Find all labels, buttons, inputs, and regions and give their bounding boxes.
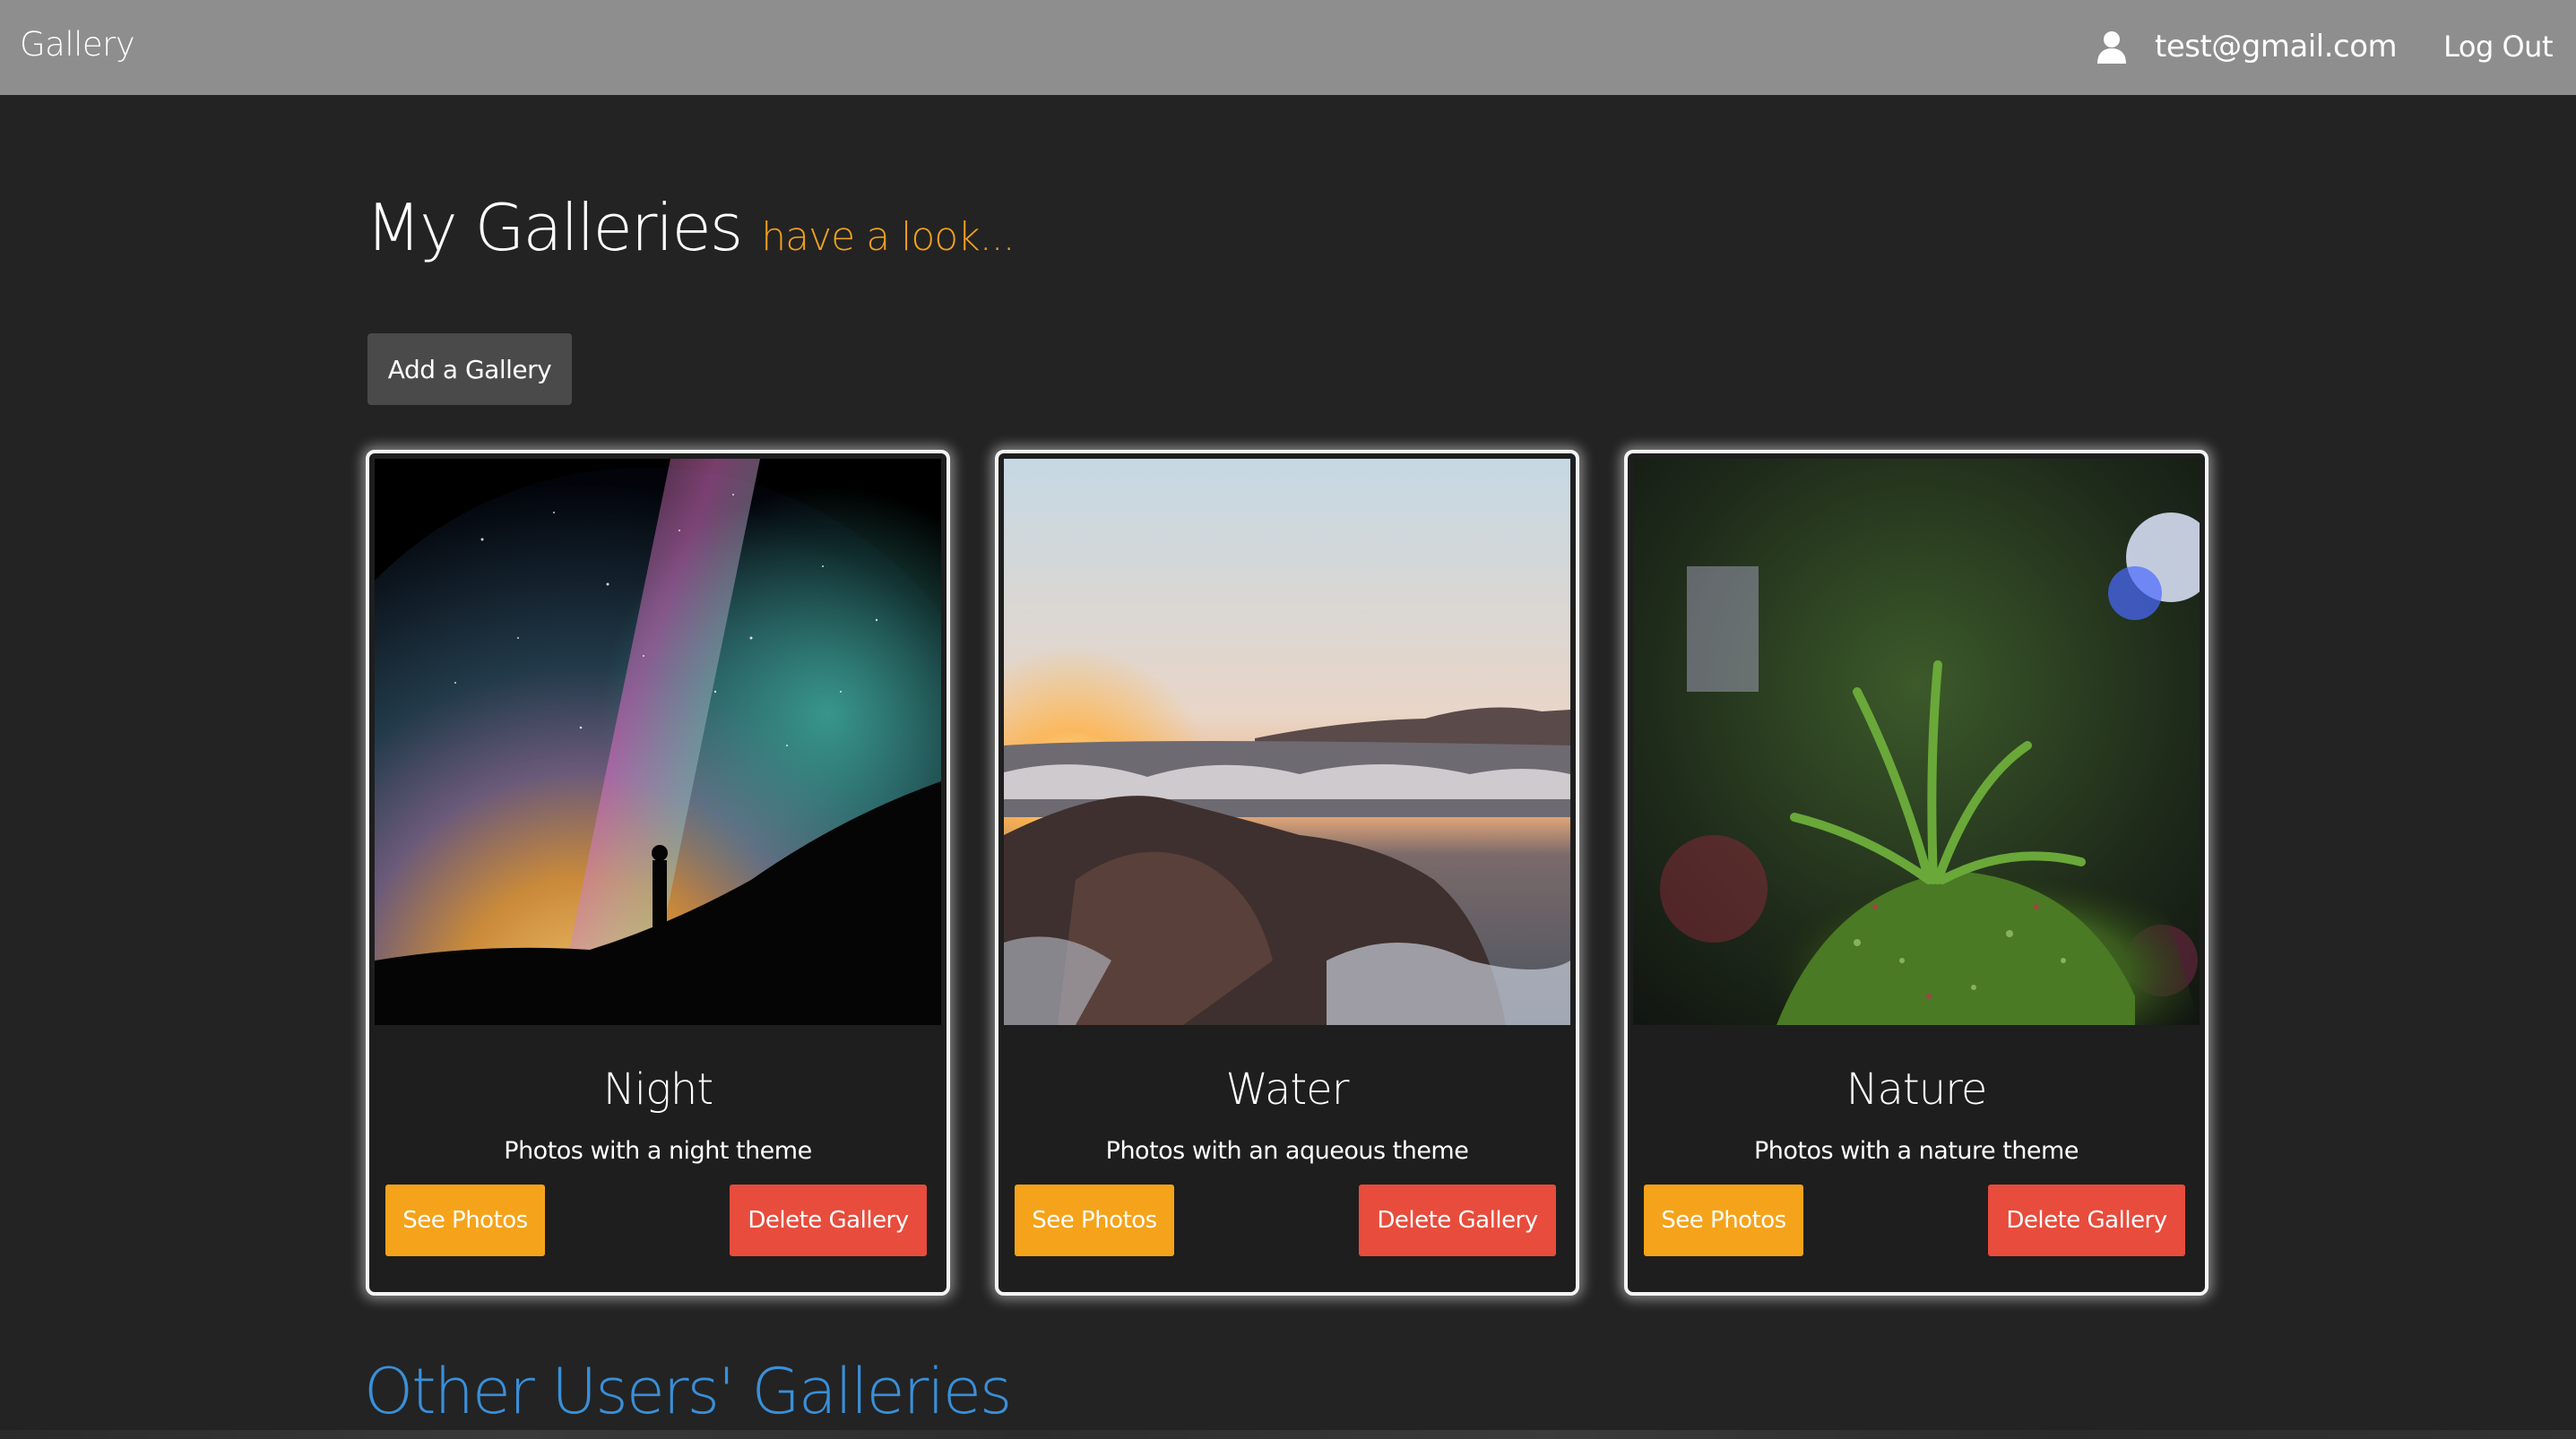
see-photos-button[interactable]: See Photos <box>385 1185 545 1256</box>
gallery-title: Water <box>1225 1064 1350 1115</box>
brand-link[interactable]: Gallery <box>20 25 135 64</box>
gallery-title: Night <box>602 1064 713 1115</box>
gallery-thumbnail-night[interactable] <box>375 459 941 1025</box>
gallery-card-nature: Nature Photos with a nature theme See Ph… <box>1624 450 2209 1296</box>
page-heading: My Galleries have a look... <box>366 190 1016 265</box>
add-gallery-button[interactable]: Add a Gallery <box>367 333 572 405</box>
gallery-title: Nature <box>1846 1064 1988 1115</box>
user-email[interactable]: test@gmail.com <box>2155 29 2398 65</box>
delete-gallery-button[interactable]: Delete Gallery <box>730 1185 927 1256</box>
delete-gallery-button[interactable]: Delete Gallery <box>1988 1185 2185 1256</box>
page-title: My Galleries <box>366 190 743 265</box>
page-subtitle: have a look... <box>761 214 1015 260</box>
other-galleries-heading: Other Users' Galleries <box>364 1355 1012 1428</box>
nav-user-area: test@gmail.com Log Out <box>2096 22 2553 72</box>
gallery-description: Photos with a nature theme <box>1754 1137 2079 1165</box>
see-photos-button[interactable]: See Photos <box>1644 1185 1803 1256</box>
gallery-thumbnail-water[interactable] <box>1004 459 1570 1025</box>
gallery-description: Photos with an aqueous theme <box>1105 1137 1469 1165</box>
gallery-card-water: Water Photos with an aqueous theme See P… <box>995 450 1579 1296</box>
gallery-card-night: Night Photos with a night theme See Phot… <box>366 450 950 1296</box>
navbar: Gallery test@gmail.com Log Out <box>0 0 2576 95</box>
see-photos-button[interactable]: See Photos <box>1015 1185 1174 1256</box>
gallery-thumbnail-nature[interactable] <box>1633 459 2200 1025</box>
gallery-description: Photos with a night theme <box>504 1137 812 1165</box>
delete-gallery-button[interactable]: Delete Gallery <box>1359 1185 1556 1256</box>
bottom-image-strip <box>0 1430 2576 1439</box>
user-icon <box>2096 30 2128 64</box>
logout-link[interactable]: Log Out <box>2443 30 2553 64</box>
